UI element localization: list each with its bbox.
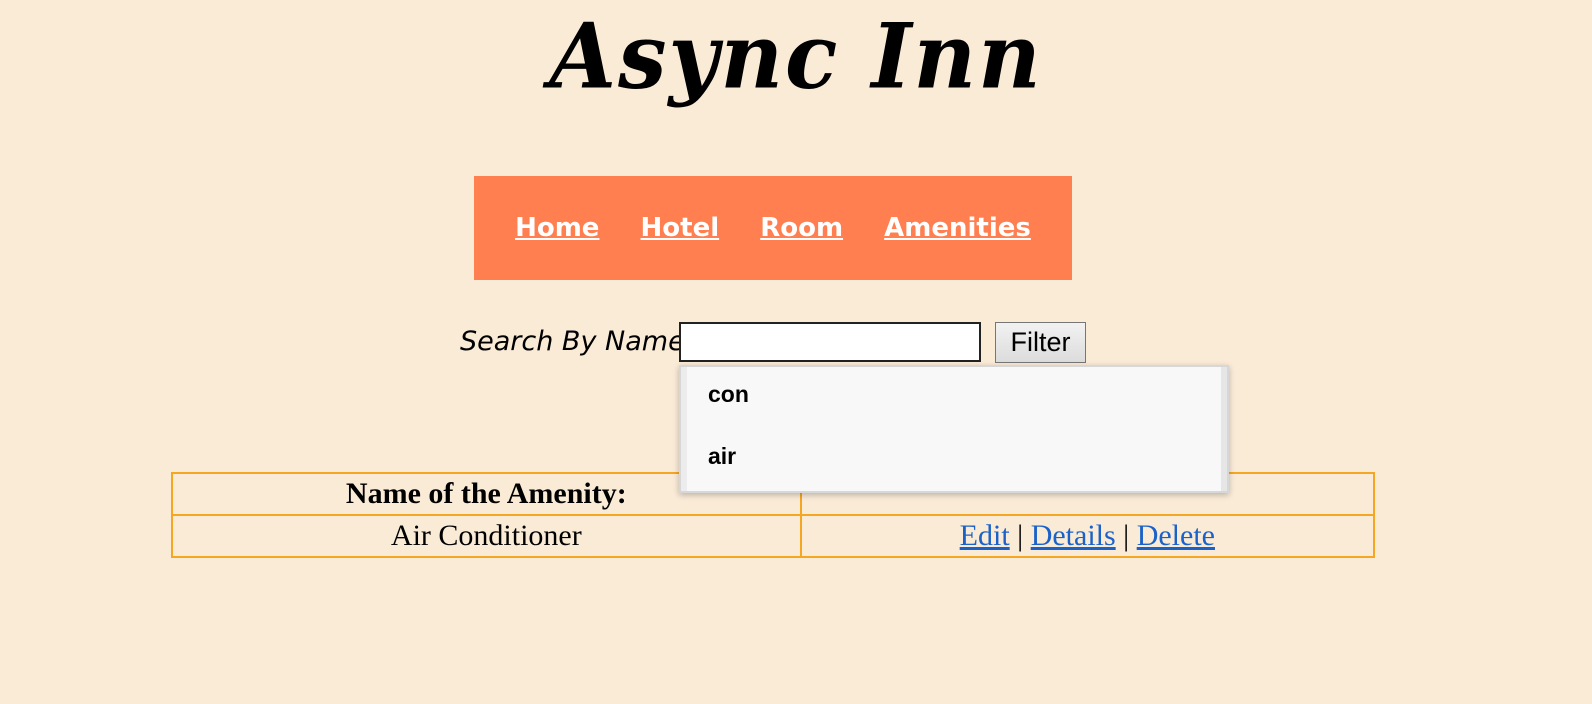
nav-link-home[interactable]: Home bbox=[515, 213, 599, 243]
nav-link-room[interactable]: Room bbox=[760, 213, 843, 243]
suggestion-item[interactable]: air bbox=[708, 443, 736, 470]
search-input[interactable] bbox=[679, 322, 981, 362]
details-link[interactable]: Details bbox=[1031, 519, 1116, 552]
dropdown-scrollbar[interactable] bbox=[1221, 367, 1227, 491]
edit-link[interactable]: Edit bbox=[960, 519, 1010, 552]
link-separator: | bbox=[1123, 519, 1130, 552]
search-label: Search By Name: bbox=[460, 326, 694, 357]
site-title: Async Inn bbox=[549, 3, 1043, 110]
nav-link-amenities[interactable]: Amenities bbox=[884, 213, 1031, 243]
delete-link[interactable]: Delete bbox=[1137, 519, 1215, 552]
nav-link-hotel[interactable]: Hotel bbox=[641, 213, 720, 243]
amenity-name-cell: Air Conditioner bbox=[171, 514, 802, 558]
suggestion-item[interactable]: con bbox=[708, 381, 749, 408]
link-separator: | bbox=[1017, 519, 1024, 552]
main-nav: Home Hotel Room Amenities bbox=[474, 176, 1072, 280]
autocomplete-dropdown: con air bbox=[679, 365, 1229, 493]
amenity-actions-cell: Edit | Details | Delete bbox=[799, 514, 1376, 558]
table-row: Air Conditioner Edit | Details | Delete bbox=[171, 514, 1376, 558]
filter-button[interactable]: Filter bbox=[995, 322, 1086, 363]
dropdown-edge bbox=[681, 367, 687, 491]
